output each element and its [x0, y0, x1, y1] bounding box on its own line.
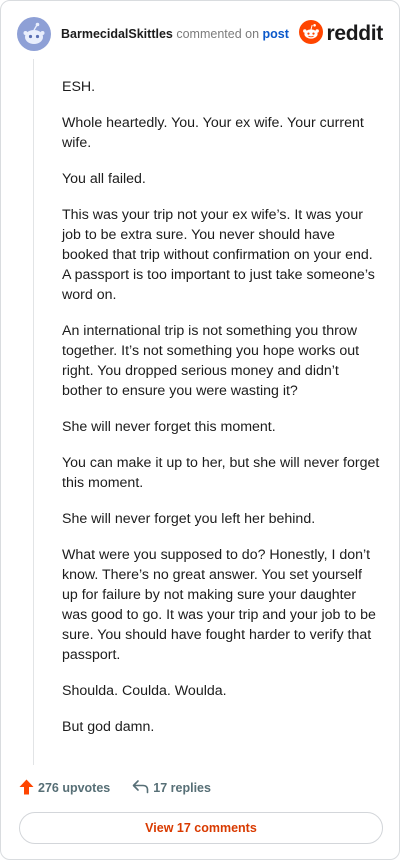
reddit-logo-icon	[299, 19, 324, 49]
replies-button[interactable]: 17 replies	[132, 779, 211, 797]
username-link[interactable]: BarmecidalSkittles	[61, 27, 173, 41]
comment-paragraph: This was your trip not your ex wife’s. I…	[62, 207, 375, 303]
comment-paragraph: But god damn.	[62, 719, 155, 735]
upvote-count: 276 upvotes	[38, 781, 111, 795]
comment-paragraph: She will never forget you left her behin…	[62, 511, 316, 527]
reply-arrow-icon	[132, 779, 149, 797]
reply-count: 17 replies	[153, 781, 211, 795]
comment-paragraph: ESH.	[62, 79, 96, 95]
comment-paragraph: Whole heartedly. You. Your ex wife. Your…	[62, 115, 364, 151]
comment-body: ESH. Whole heartedly. You. Your ex wife.…	[62, 77, 380, 753]
upvote-arrow-icon	[19, 779, 34, 798]
brand-wordmark: reddit	[326, 22, 383, 45]
comment-paragraph: You can make it up to her, but she will …	[62, 455, 380, 491]
view-comments-button[interactable]: View 17 comments	[19, 812, 383, 844]
comment-paragraph: Shoulda. Coulda. Woulda.	[62, 683, 227, 699]
action-text: commented on	[176, 27, 260, 41]
comment-header: BarmecidalSkittles commented on post red…	[17, 17, 383, 51]
upvote-button[interactable]: 276 upvotes	[19, 779, 110, 798]
comment-card: BarmecidalSkittles commented on post red…	[0, 0, 400, 860]
thread-line[interactable]	[33, 59, 34, 765]
comment-paragraph: An international trip is not something y…	[62, 323, 360, 399]
comment-actions: 276 upvotes 17 replies	[19, 777, 211, 799]
comment-paragraph: You all failed.	[62, 171, 146, 187]
reddit-brand[interactable]: reddit	[299, 19, 383, 49]
post-link[interactable]: post	[263, 27, 289, 41]
snoo-avatar-icon[interactable]	[17, 17, 51, 51]
comment-meta: BarmecidalSkittles commented on post	[61, 27, 289, 41]
comment-paragraph: She will never forget this moment.	[62, 419, 276, 435]
comment-paragraph: What were you supposed to do? Honestly, …	[62, 547, 376, 663]
